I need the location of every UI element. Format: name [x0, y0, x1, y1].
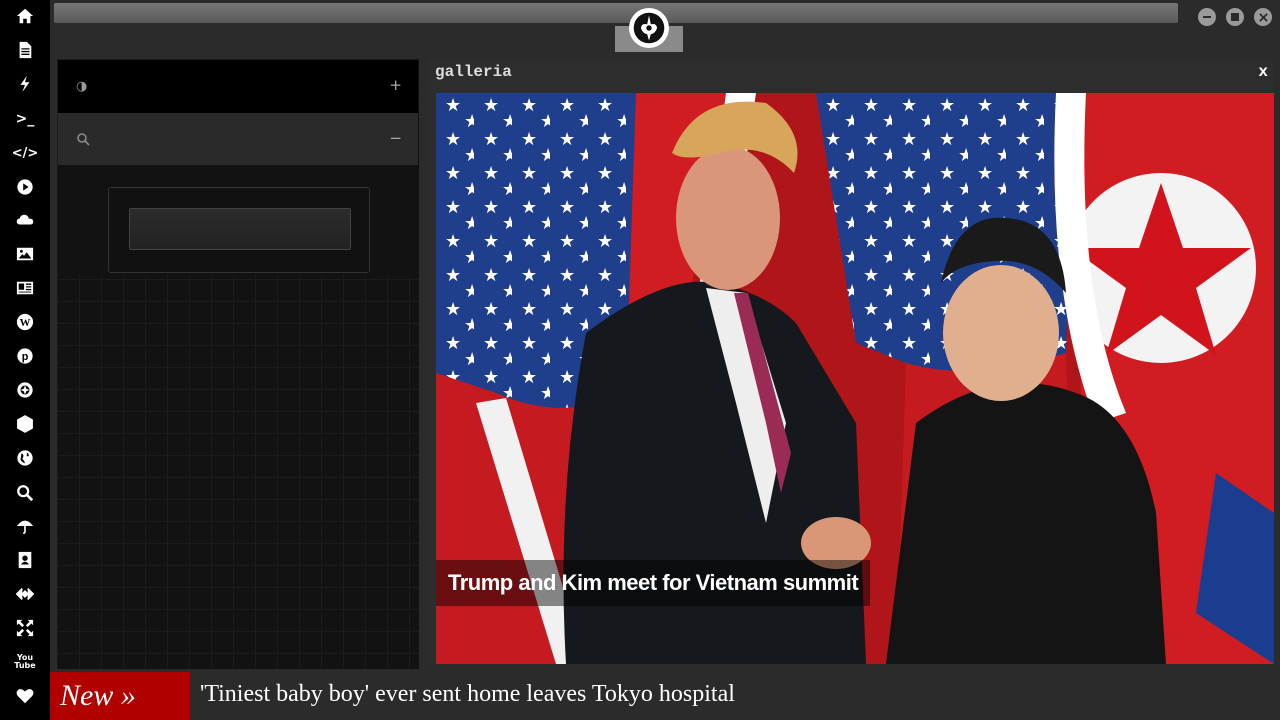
lightning-icon[interactable]	[12, 71, 38, 97]
top-bar	[50, 0, 1280, 52]
document-icon[interactable]	[12, 37, 38, 63]
accordion-search-section[interactable]: −	[58, 113, 418, 165]
svg-text:W: W	[20, 317, 31, 329]
terminal-icon[interactable]: >_	[12, 106, 38, 132]
network-icon[interactable]	[12, 411, 38, 437]
aperture-icon[interactable]	[12, 377, 38, 403]
news-ticker: New » 'Tiniest baby boy' ever sent home …	[50, 672, 1280, 720]
globe-icon[interactable]	[12, 445, 38, 471]
caption-bar: Trump and Kim meet for Vietnam summit	[436, 560, 871, 606]
maximize-button[interactable]	[1226, 8, 1244, 26]
newspaper-icon[interactable]	[12, 275, 38, 301]
photo-caption: Trump and Kim meet for Vietnam summit	[448, 570, 859, 595]
search-icon	[76, 132, 90, 146]
home-icon[interactable]	[12, 3, 38, 29]
rebel-alliance-logo-icon[interactable]	[629, 8, 669, 48]
code-icon[interactable]: </>	[12, 140, 39, 166]
ticker-badge-label: New »	[60, 679, 136, 712]
image-icon[interactable]	[12, 241, 38, 267]
accordion-header[interactable]: ◑ +	[58, 60, 418, 113]
search-box	[108, 187, 370, 273]
address-bar[interactable]	[54, 3, 1178, 23]
close-button[interactable]: x	[1258, 63, 1268, 81]
close-window-button[interactable]	[1254, 8, 1272, 26]
ticker-headline[interactable]: 'Tiniest baby boy' ever sent home leaves…	[200, 681, 735, 708]
wordpress-icon[interactable]: W	[12, 309, 38, 335]
minimize-button[interactable]	[1198, 8, 1216, 26]
window-title: galleria	[435, 63, 512, 81]
ticker-badge[interactable]: New »	[50, 672, 190, 720]
umbrella-icon[interactable]	[12, 513, 38, 539]
heart-icon[interactable]	[12, 683, 38, 709]
fullscreen-icon[interactable]	[12, 615, 38, 641]
svg-text:p: p	[22, 351, 29, 363]
pinterest-icon[interactable]: p	[12, 343, 38, 369]
search-icon[interactable]	[12, 480, 38, 506]
side-panel: ◑ + −	[56, 58, 420, 670]
contacts-icon[interactable]	[12, 547, 38, 573]
youtube-icon[interactable]: You Tube	[12, 649, 38, 675]
icon-dock: >_ </> W p You Tube	[0, 0, 50, 720]
contrast-icon: ◑	[76, 79, 88, 94]
galleria-window: galleria x ★ ★	[428, 60, 1274, 664]
search-input[interactable]	[129, 208, 351, 250]
search-body	[58, 165, 418, 275]
api-icon[interactable]	[12, 581, 38, 607]
gallery-photo[interactable]: ★ ★	[436, 93, 1274, 664]
expand-toggle[interactable]: +	[389, 76, 402, 94]
play-icon[interactable]	[12, 174, 38, 200]
collapse-toggle[interactable]: −	[389, 129, 402, 147]
cloud-icon[interactable]	[12, 207, 38, 233]
